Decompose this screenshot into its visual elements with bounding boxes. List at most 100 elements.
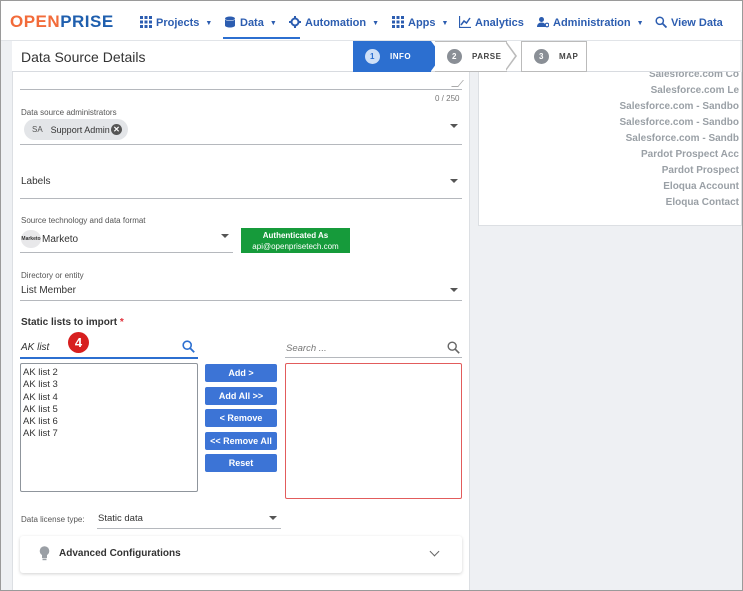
source-search-underline	[20, 357, 198, 359]
remove-button[interactable]: < Remove	[205, 409, 277, 427]
license-value[interactable]: Static data	[98, 513, 143, 524]
list-item[interactable]: AK list 3	[23, 379, 195, 391]
add-button[interactable]: Add >	[205, 364, 277, 382]
directory-caret-icon[interactable]	[450, 288, 458, 292]
right-list-item[interactable]: Salesforce.com Le	[651, 85, 739, 96]
caret-down-icon: ▼	[269, 19, 277, 27]
admins-underline	[20, 144, 462, 145]
caret-down-icon: ▼	[372, 19, 380, 27]
right-list-item[interactable]: Eloqua Account	[663, 181, 739, 192]
step-number: 3	[534, 49, 549, 64]
nav-analytics-label: Analytics	[475, 17, 524, 29]
right-list-item[interactable]: Salesforce.com - Sandbo	[620, 117, 739, 128]
nav-automation[interactable]: Automation ▼	[289, 13, 379, 33]
char-counter: 0 / 250	[435, 94, 460, 103]
nav-projects-label: Projects	[156, 17, 200, 29]
target-search-underline	[285, 357, 462, 358]
step-label: INFO	[390, 52, 412, 61]
chart-icon	[458, 15, 471, 31]
step-number: 1	[365, 49, 380, 64]
active-nav-indicator	[223, 37, 300, 39]
top-navigation: OPENPRISE Projects ▼ Data ▼ Automation ▼…	[1, 1, 742, 41]
nav-apps[interactable]: Apps ▼	[392, 13, 448, 33]
available-lists-box[interactable]: AK list 2 AK list 3 AK list 4 AK list 5 …	[20, 363, 198, 492]
step-map[interactable]: 3 MAP	[521, 41, 587, 72]
page-title: Data Source Details	[21, 49, 146, 65]
license-underline	[97, 528, 281, 529]
right-list-item[interactable]: Salesforce.com - Sandbo	[620, 101, 739, 112]
search-icon[interactable]	[447, 341, 460, 357]
list-item[interactable]: AK list 5	[23, 404, 195, 416]
right-list-item[interactable]: Pardot Prospect Acc	[641, 149, 739, 160]
admin-chip[interactable]: SA Support Admin ✕	[24, 119, 128, 140]
static-lists-title-text: Static lists to import	[21, 317, 118, 328]
source-tech-label: Source technology and data format	[21, 216, 146, 225]
directory-value[interactable]: List Member	[21, 285, 76, 296]
caret-down-icon: ▼	[636, 19, 644, 27]
directory-label: Directory or entity	[21, 271, 84, 280]
target-search-input[interactable]: Search ...	[286, 343, 327, 354]
nav-apps-label: Apps	[408, 17, 436, 29]
remove-all-button[interactable]: << Remove All	[205, 432, 277, 450]
labels-underline	[20, 198, 462, 199]
right-list-item[interactable]: Salesforce.com - Sandb	[626, 133, 739, 144]
list-item[interactable]: AK list 2	[23, 367, 195, 379]
add-all-button[interactable]: Add All >>	[205, 387, 277, 405]
users-gear-icon	[537, 16, 550, 31]
step-info[interactable]: 1 INFO	[353, 41, 431, 72]
step-label: MAP	[559, 52, 579, 61]
caret-down-icon: ▼	[441, 19, 449, 27]
list-item[interactable]: AK list 4	[23, 392, 195, 404]
nav-administration[interactable]: Administration ▼	[537, 13, 644, 33]
nav-projects[interactable]: Projects ▼	[140, 13, 212, 33]
lightbulb-icon	[39, 546, 50, 564]
right-list-item[interactable]: Pardot Prospect	[662, 165, 739, 176]
grid-icon	[140, 15, 152, 31]
grid-icon	[392, 15, 404, 31]
source-tech-caret-icon[interactable]	[221, 234, 229, 238]
advanced-configurations-panel[interactable]: Advanced Configurations	[20, 536, 462, 573]
source-search-input[interactable]: AK list	[21, 342, 49, 353]
nav-view-data[interactable]: View Data	[655, 13, 723, 33]
auth-email: api@openprisetech.com	[252, 242, 339, 251]
callout-number-badge: 4	[68, 332, 89, 353]
selected-lists-box[interactable]	[285, 363, 462, 499]
labels-dropdown-caret-icon[interactable]	[450, 179, 458, 183]
openprise-logo[interactable]: OPENPRISE	[10, 12, 114, 32]
chip-initials: SA	[32, 125, 43, 134]
license-caret-icon[interactable]	[269, 516, 277, 520]
admins-dropdown-caret-icon[interactable]	[450, 124, 458, 128]
database-icon	[224, 16, 236, 31]
nav-data-label: Data	[240, 17, 264, 29]
source-tech-value[interactable]: Marketo	[42, 234, 78, 245]
chip-name: Support Admin	[50, 124, 110, 135]
caret-down-icon: ▼	[205, 19, 213, 27]
step-parse[interactable]: 2 PARSE	[435, 41, 507, 72]
source-tech-underline	[20, 252, 233, 253]
step-label: PARSE	[472, 52, 502, 61]
nav-view-data-label: View Data	[671, 17, 723, 29]
step-number: 2	[447, 49, 462, 64]
advanced-configurations-title: Advanced Configurations	[59, 548, 181, 559]
marketo-logo-icon: Marketo	[21, 230, 41, 248]
license-label: Data license type:	[21, 515, 85, 524]
nav-administration-label: Administration	[553, 17, 631, 29]
labels-field[interactable]: Labels	[21, 176, 50, 187]
nav-analytics[interactable]: Analytics	[458, 13, 524, 33]
authenticated-badge: Authenticated As api@openprisetech.com	[241, 228, 350, 253]
description-underline	[20, 89, 462, 90]
gear-icon	[289, 15, 301, 31]
chevron-down-icon[interactable]	[429, 546, 440, 557]
nav-data[interactable]: Data ▼	[224, 13, 277, 33]
static-lists-title: Static lists to import *	[21, 317, 124, 328]
list-item[interactable]: AK list 7	[23, 428, 195, 440]
reset-button[interactable]: Reset	[205, 454, 277, 472]
source-list-panel: Salesforce.com Co Salesforce.com Le Sale…	[478, 69, 742, 226]
list-item[interactable]: AK list 6	[23, 416, 195, 428]
app-window: OPENPRISE Projects ▼ Data ▼ Automation ▼…	[0, 0, 743, 591]
search-icon[interactable]	[182, 340, 195, 356]
right-list-item[interactable]: Eloqua Contact	[666, 197, 739, 208]
nav-automation-label: Automation	[305, 17, 367, 29]
search-icon	[655, 15, 668, 31]
remove-chip-icon[interactable]: ✕	[111, 124, 122, 135]
